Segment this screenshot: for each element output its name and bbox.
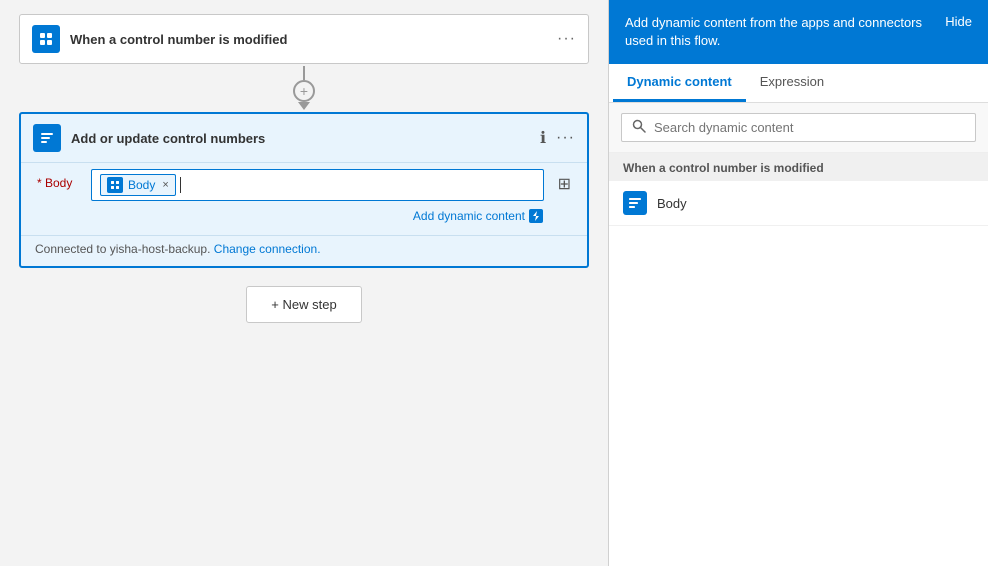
- body-item-label: Body: [657, 196, 687, 211]
- connector-plus[interactable]: +: [293, 80, 315, 102]
- hide-button[interactable]: Hide: [945, 14, 972, 29]
- token-icon: [107, 177, 123, 193]
- body-item-icon: [623, 191, 647, 215]
- trigger-card-menu[interactable]: ···: [557, 31, 576, 47]
- body-token: Body ×: [100, 174, 176, 196]
- action-card-info-icon[interactable]: ℹ: [540, 128, 546, 148]
- connector-arrow: [298, 102, 310, 110]
- add-dynamic-label: Add dynamic content: [413, 209, 525, 223]
- body-token-input[interactable]: Body ×: [91, 169, 544, 201]
- lightning-icon: [529, 209, 543, 223]
- section-header: When a control number is modified: [609, 153, 988, 181]
- action-card: Add or update control numbers ℹ ··· * Bo…: [19, 112, 589, 268]
- action-card-menu[interactable]: ···: [556, 129, 575, 147]
- trigger-card: When a control number is modified ···: [19, 14, 589, 64]
- token-close-btn[interactable]: ×: [162, 179, 168, 191]
- connection-text: Connected to yisha-host-backup.: [35, 242, 210, 256]
- search-section: [609, 103, 988, 153]
- dynamic-item-body[interactable]: Body: [609, 181, 988, 226]
- action-card-title: Add or update control numbers: [71, 131, 530, 146]
- search-input[interactable]: [654, 120, 965, 135]
- search-box: [621, 113, 976, 142]
- search-icon: [632, 119, 646, 136]
- trigger-card-title: When a control number is modified: [70, 32, 547, 47]
- tab-expression[interactable]: Expression: [746, 64, 838, 102]
- connection-info: Connected to yisha-host-backup. Change c…: [21, 235, 587, 266]
- body-field-label: * Body: [37, 169, 77, 190]
- field-edit-icon[interactable]: ⊞: [558, 169, 571, 194]
- change-connection-link[interactable]: Change connection.: [214, 242, 321, 256]
- token-label: Body: [128, 178, 155, 192]
- new-step-button[interactable]: + New step: [246, 286, 361, 323]
- text-cursor: [180, 177, 181, 193]
- right-panel-header: Add dynamic content from the apps and co…: [609, 0, 988, 64]
- trigger-icon: [32, 25, 60, 53]
- left-panel: When a control number is modified ··· + …: [0, 0, 608, 566]
- action-card-icon: [33, 124, 61, 152]
- right-panel-header-text: Add dynamic content from the apps and co…: [625, 14, 935, 50]
- connector: +: [293, 66, 315, 110]
- right-panel: Add dynamic content from the apps and co…: [608, 0, 988, 566]
- tabs-bar: Dynamic content Expression: [609, 64, 988, 103]
- add-dynamic-content-link[interactable]: Add dynamic content: [413, 209, 543, 223]
- connector-line: [303, 66, 305, 80]
- tab-dynamic-content[interactable]: Dynamic content: [613, 64, 746, 102]
